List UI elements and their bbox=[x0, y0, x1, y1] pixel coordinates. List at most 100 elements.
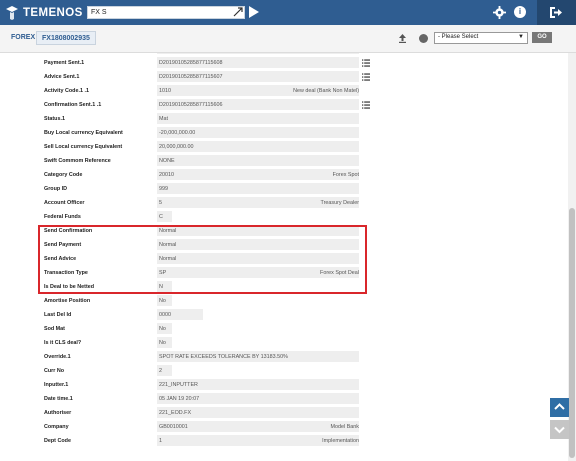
field-value[interactable]: No bbox=[157, 337, 172, 348]
field-value[interactable]: NONE bbox=[157, 155, 359, 166]
field-description: Model Bank bbox=[330, 424, 359, 430]
chevron-up-icon bbox=[554, 403, 565, 410]
field-label: Category Code bbox=[44, 172, 83, 178]
transaction-id[interactable]: FX1808002935 bbox=[36, 31, 96, 45]
field-value[interactable]: GB0010001 bbox=[157, 421, 359, 432]
field-label: Date time.1 bbox=[44, 396, 73, 402]
field-row: Confirmation Sent.1 .1 D20190105285877115… bbox=[0, 99, 560, 113]
chevron-down-icon bbox=[554, 426, 565, 434]
application-name: FOREX bbox=[11, 34, 36, 41]
brand-name: TEMENOS bbox=[23, 7, 83, 19]
field-value[interactable]: 221_EOD.FX bbox=[157, 407, 359, 418]
play-arrow-icon[interactable] bbox=[249, 6, 259, 18]
highlight-box bbox=[38, 225, 367, 294]
list-icon[interactable] bbox=[362, 59, 370, 67]
sign-out-icon bbox=[550, 7, 562, 18]
field-label: Dept Code bbox=[44, 438, 71, 444]
status-dot-icon[interactable] bbox=[419, 34, 428, 43]
field-value[interactable]: 20,000,000.00 bbox=[157, 141, 359, 152]
field-value[interactable]: No bbox=[157, 295, 172, 306]
field-label: Swift Commom Reference bbox=[44, 158, 111, 164]
field-label: Last Del Id bbox=[44, 312, 72, 318]
field-label: Is it CLS deal? bbox=[44, 340, 82, 346]
action-select-value: - Please Select bbox=[438, 34, 479, 40]
field-label: Group ID bbox=[44, 186, 68, 192]
go-button[interactable]: GO bbox=[532, 32, 552, 43]
info-icon[interactable]: i bbox=[514, 6, 526, 18]
field-value[interactable]: 221_INPUTTER bbox=[157, 379, 359, 390]
field-label: Sell Local currency Equivalent bbox=[44, 144, 123, 150]
field-description: New deal (Bank Non Matel) bbox=[293, 88, 359, 94]
field-label: Inputter.1 bbox=[44, 382, 69, 388]
expand-icon[interactable] bbox=[233, 7, 243, 17]
field-row: Status.1 Mat bbox=[0, 113, 560, 127]
field-label: Sod Mat bbox=[44, 326, 65, 332]
list-icon[interactable] bbox=[362, 73, 370, 81]
field-value[interactable]: C bbox=[157, 211, 172, 222]
field-row: Curr No 2 bbox=[0, 365, 560, 379]
field-value[interactable]: -20,000,000.00 bbox=[157, 127, 359, 138]
scroll-down-button[interactable] bbox=[550, 420, 569, 439]
list-icon[interactable] bbox=[362, 101, 370, 109]
temenos-mark-icon bbox=[6, 6, 18, 20]
field-label: Override.1 bbox=[44, 354, 71, 360]
field-row: Company GB0010001 Model Bank bbox=[0, 421, 560, 435]
field-row: Date time.1 05 JAN 19 20:07 bbox=[0, 393, 560, 407]
field-description: Forex Spot bbox=[332, 172, 359, 178]
transaction-header: FOREX FX1808002935 - Please Select ▼ GO bbox=[0, 25, 576, 53]
field-row: Dept Code 1 Implementation bbox=[0, 435, 560, 449]
field-row: Category Code 20010 Forex Spot bbox=[0, 169, 560, 183]
field-value[interactable]: D20190105285877115608 bbox=[157, 57, 359, 68]
field-value[interactable]: 0000 bbox=[157, 309, 203, 320]
field-row: Activity Code.1 .1 1010 New deal (Bank Non… bbox=[0, 85, 560, 99]
field-row: Last Del Id 0000 bbox=[0, 309, 560, 323]
field-value[interactable]: No bbox=[157, 323, 172, 334]
field-value[interactable]: 11:03:05 08 JAN 2019 bbox=[157, 53, 359, 54]
field-value[interactable]: D20190105285877115607 bbox=[157, 71, 359, 82]
field-row: Account Officer 5 Treasury Dealer bbox=[0, 197, 560, 211]
field-row: Payment Sent.1 D20190105285877115608 bbox=[0, 57, 560, 71]
field-row: Inputter.1 221_INPUTTER bbox=[0, 379, 560, 393]
field-row: Override.1 SPOT RATE EXCEEDS TOLERANCE BY… bbox=[0, 351, 560, 365]
field-row: Advice Sent.1 D20190105285877115607 bbox=[0, 71, 560, 85]
upload-icon[interactable] bbox=[398, 34, 407, 43]
field-label: Authoriser bbox=[44, 410, 72, 416]
field-value[interactable]: Mat bbox=[157, 113, 359, 124]
field-row: Authoriser 221_EOD.FX bbox=[0, 407, 560, 421]
action-select[interactable]: - Please Select ▼ bbox=[434, 32, 528, 44]
field-row: Is it CLS deal? No bbox=[0, 337, 560, 351]
field-row: Swift Commom Reference NONE bbox=[0, 155, 560, 169]
field-label: Curr No bbox=[44, 368, 65, 374]
vertical-scrollbar[interactable] bbox=[568, 53, 576, 461]
sign-out-button[interactable] bbox=[537, 0, 576, 25]
field-label: Status.1 bbox=[44, 116, 65, 122]
command-input[interactable]: FX S bbox=[87, 6, 245, 19]
top-bar: TEMENOS FX S i bbox=[0, 0, 576, 25]
field-value[interactable]: 20010 bbox=[157, 169, 359, 180]
field-row: Federal Funds C bbox=[0, 211, 560, 225]
scrollbar-thumb[interactable] bbox=[569, 208, 575, 458]
field-row: Sell Local currency Equivalent 20,000,000… bbox=[0, 141, 560, 155]
field-value[interactable]: D20190105285877115606 bbox=[157, 99, 359, 110]
field-value[interactable]: 05 JAN 19 20:07 bbox=[157, 393, 359, 404]
field-row: Sod Mat No bbox=[0, 323, 560, 337]
field-row: Group ID 999 bbox=[0, 183, 560, 197]
field-label: Advice Sent.1 bbox=[44, 74, 80, 80]
field-label: Payment Sent.1 bbox=[44, 60, 85, 66]
field-label: Confirmation Sent.1 .1 bbox=[44, 102, 102, 108]
scroll-up-button[interactable] bbox=[550, 398, 569, 417]
field-label: Company bbox=[44, 424, 69, 430]
field-description: Implementation bbox=[322, 438, 359, 444]
field-row: Buy Local currency Equivalent -20,000,000… bbox=[0, 127, 560, 141]
field-label: Amortise Position bbox=[44, 298, 91, 304]
gear-icon[interactable] bbox=[493, 6, 506, 19]
field-label: Activity Code.1 .1 bbox=[44, 88, 89, 94]
field-row: Amortise Position No bbox=[0, 295, 560, 309]
field-value[interactable]: 999 bbox=[157, 183, 359, 194]
field-label: Buy Local currency Equivalent bbox=[44, 130, 123, 136]
field-label: Account Officer bbox=[44, 200, 85, 206]
field-value[interactable]: SPOT RATE EXCEEDS TOLERANCE BY 13183.50% bbox=[157, 351, 359, 362]
chevron-down-icon: ▼ bbox=[518, 34, 524, 40]
temenos-logo: TEMENOS bbox=[4, 5, 83, 21]
field-value[interactable]: 2 bbox=[157, 365, 172, 376]
